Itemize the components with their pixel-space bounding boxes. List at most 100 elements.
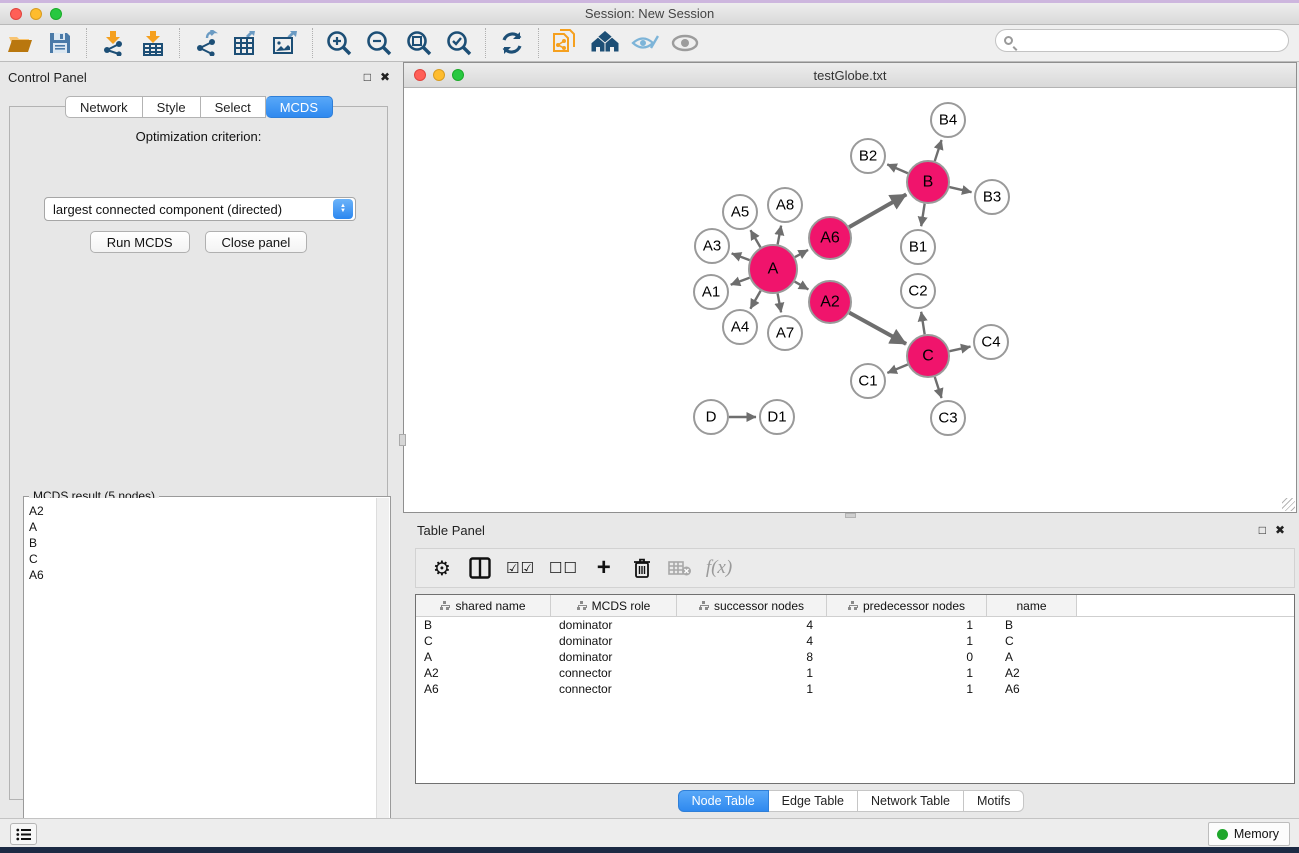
deselect-all-button[interactable]: ☐☐ <box>549 555 578 581</box>
edge-A-A2[interactable] <box>795 282 809 290</box>
graph-node-A3[interactable]: A3 <box>695 229 729 263</box>
graph-node-B1[interactable]: B1 <box>901 230 935 264</box>
table-cell[interactable]: 1 <box>827 634 987 648</box>
edge-C-C4[interactable] <box>949 347 970 352</box>
table-cell[interactable]: connector <box>551 682 677 696</box>
graph-node-D1[interactable]: D1 <box>760 400 794 434</box>
edge-A-A1[interactable] <box>731 278 750 285</box>
tab-select[interactable]: Select <box>201 96 266 118</box>
graph-node-A4[interactable]: A4 <box>723 310 757 344</box>
toggle-panel-view-button[interactable] <box>468 555 492 581</box>
refresh-view-button[interactable] <box>497 29 527 57</box>
table-cell[interactable]: 1 <box>827 618 987 632</box>
table-cell[interactable]: B <box>416 618 551 632</box>
table-cell[interactable]: C <box>987 634 1077 648</box>
graph-node-A7[interactable]: A7 <box>768 316 802 350</box>
tab-network-table[interactable]: Network Table <box>858 790 964 812</box>
float-table-panel-icon[interactable]: □ <box>1259 523 1266 537</box>
tab-mcds[interactable]: MCDS <box>266 96 333 118</box>
tab-network[interactable]: Network <box>65 96 143 118</box>
edge-B-B2[interactable] <box>887 164 908 173</box>
import-network-button[interactable] <box>98 29 128 57</box>
table-cell[interactable]: A <box>416 650 551 664</box>
maximize-window-button[interactable] <box>50 8 62 20</box>
network-window-titlebar[interactable]: testGlobe.txt <box>404 63 1296 88</box>
tab-node-table[interactable]: Node Table <box>678 790 769 812</box>
resize-grip[interactable] <box>1282 498 1295 511</box>
edge-A-A4[interactable] <box>750 291 760 309</box>
show-graphics-button[interactable] <box>670 29 700 57</box>
graph-node-C2[interactable]: C2 <box>901 274 935 308</box>
edge-C-C1[interactable] <box>887 364 907 372</box>
tab-motifs[interactable]: Motifs <box>964 790 1024 812</box>
table-cell[interactable]: 1 <box>827 666 987 680</box>
zoom-out-button[interactable] <box>364 29 394 57</box>
graph-node-C1[interactable]: C1 <box>851 364 885 398</box>
table-row[interactable]: A6connector11A6 <box>416 681 1294 697</box>
minimize-window-button[interactable] <box>30 8 42 20</box>
table-row[interactable]: Adominator80A <box>416 649 1294 665</box>
table-cell[interactable]: A6 <box>987 682 1077 696</box>
table-cell[interactable]: dominator <box>551 634 677 648</box>
task-history-button[interactable] <box>10 823 37 845</box>
search-input[interactable] <box>1013 34 1288 48</box>
close-panel-button[interactable]: Close panel <box>205 231 308 253</box>
edge-A-A7[interactable] <box>778 294 782 313</box>
edge-B-B4[interactable] <box>935 140 942 161</box>
table-cell[interactable]: dominator <box>551 618 677 632</box>
close-window-button[interactable] <box>10 8 22 20</box>
column-header-mcds-role[interactable]: MCDS role <box>551 595 677 616</box>
table-cell[interactable]: A <box>987 650 1077 664</box>
export-image-button[interactable] <box>271 29 301 57</box>
table-cell[interactable]: A6 <box>416 682 551 696</box>
hide-graphics-button[interactable] <box>630 29 660 57</box>
graph-node-A[interactable]: A <box>749 245 797 293</box>
maximize-network-button[interactable] <box>452 69 464 81</box>
edge-A2-C[interactable] <box>849 313 906 344</box>
table-settings-button[interactable]: ⚙ <box>430 555 454 581</box>
graph-node-A1[interactable]: A1 <box>694 275 728 309</box>
graph-node-C3[interactable]: C3 <box>931 401 965 435</box>
table-cell[interactable]: 0 <box>827 650 987 664</box>
home-button[interactable] <box>590 29 620 57</box>
table-cell[interactable]: B <box>987 618 1077 632</box>
tab-edge-table[interactable]: Edge Table <box>769 790 858 812</box>
graph-node-A5[interactable]: A5 <box>723 195 757 229</box>
table-cell[interactable]: C <box>416 634 551 648</box>
edge-C-C2[interactable] <box>921 312 924 335</box>
graph-node-A6[interactable]: A6 <box>809 217 851 259</box>
result-list-item[interactable]: A6 <box>29 567 376 583</box>
edge-A-A5[interactable] <box>751 230 761 247</box>
panel-splitter-handle[interactable] <box>399 434 406 446</box>
graph-node-C4[interactable]: C4 <box>974 325 1008 359</box>
delete-table-button[interactable] <box>668 555 692 581</box>
result-scrollbar[interactable] <box>376 498 389 837</box>
edge-A-A3[interactable] <box>732 253 750 260</box>
tab-style[interactable]: Style <box>143 96 201 118</box>
column-header-name[interactable]: name <box>987 595 1077 616</box>
save-session-button[interactable] <box>45 29 75 57</box>
edge-C-C3[interactable] <box>935 377 942 398</box>
mcds-result-list[interactable]: A2ABCA6 <box>25 498 376 837</box>
minimize-network-button[interactable] <box>433 69 445 81</box>
table-row[interactable]: Bdominator41B <box>416 617 1294 633</box>
column-header-predecessor-nodes[interactable]: predecessor nodes <box>827 595 987 616</box>
graph-node-B2[interactable]: B2 <box>851 139 885 173</box>
table-cell[interactable]: 1 <box>677 682 827 696</box>
table-cell[interactable]: 8 <box>677 650 827 664</box>
table-cell[interactable]: connector <box>551 666 677 680</box>
result-list-item[interactable]: C <box>29 551 376 567</box>
table-cell[interactable]: 1 <box>827 682 987 696</box>
graph-node-C[interactable]: C <box>907 335 949 377</box>
table-cell[interactable]: 4 <box>677 634 827 648</box>
delete-column-button[interactable] <box>630 555 654 581</box>
table-row[interactable]: A2connector11A2 <box>416 665 1294 681</box>
network-graph-canvas[interactable]: B4B2BB3A8A5A6A3B1AC2A1A2A4A7C4CC1C3DD1 <box>404 88 1296 512</box>
graph-node-B3[interactable]: B3 <box>975 180 1009 214</box>
export-table-button[interactable] <box>231 29 261 57</box>
table-cell[interactable]: 1 <box>677 666 827 680</box>
column-header-successor-nodes[interactable]: successor nodes <box>677 595 827 616</box>
edge-A-A6[interactable] <box>795 250 808 257</box>
network-file-button[interactable] <box>550 29 580 57</box>
zoom-selected-button[interactable] <box>444 29 474 57</box>
